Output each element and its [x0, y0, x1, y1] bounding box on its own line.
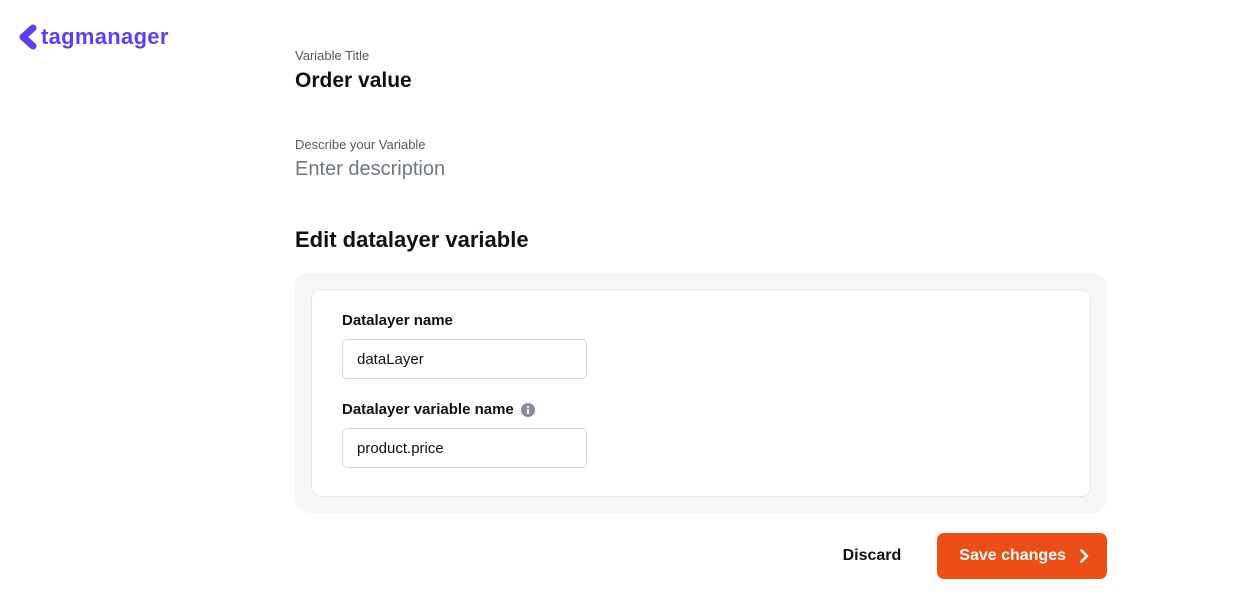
- description-label: Describe your Variable: [295, 137, 1107, 152]
- discard-button[interactable]: Discard: [843, 547, 902, 565]
- variable-name-label: Datalayer variable name: [342, 401, 1060, 418]
- variable-title-label: Variable Title: [295, 48, 1107, 63]
- variable-panel: Datalayer name Datalayer variable name: [295, 273, 1107, 513]
- datalayer-name-label: Datalayer name: [342, 312, 1060, 329]
- logo-chevron-icon: [17, 22, 39, 52]
- action-bar: Discard Save changes: [295, 533, 1107, 579]
- save-button-label: Save changes: [959, 547, 1066, 565]
- description-input[interactable]: Enter description: [295, 158, 1107, 181]
- variable-panel-inner: Datalayer name Datalayer variable name: [311, 289, 1091, 497]
- app-logo[interactable]: tagmanager: [17, 22, 169, 52]
- variable-name-input[interactable]: [342, 428, 587, 468]
- variable-title-value[interactable]: Order value: [295, 69, 1107, 93]
- variable-name-group: Datalayer variable name: [342, 401, 1060, 468]
- chevron-right-icon: [1080, 549, 1089, 563]
- datalayer-name-label-text: Datalayer name: [342, 312, 453, 329]
- main-content: Variable Title Order value Describe your…: [295, 48, 1107, 579]
- variable-name-label-text: Datalayer variable name: [342, 401, 514, 418]
- info-icon[interactable]: [521, 403, 535, 417]
- logo-text: tagmanager: [41, 24, 169, 50]
- save-changes-button[interactable]: Save changes: [937, 533, 1107, 579]
- datalayer-name-input[interactable]: [342, 339, 587, 379]
- section-heading: Edit datalayer variable: [295, 227, 1107, 253]
- datalayer-name-group: Datalayer name: [342, 312, 1060, 379]
